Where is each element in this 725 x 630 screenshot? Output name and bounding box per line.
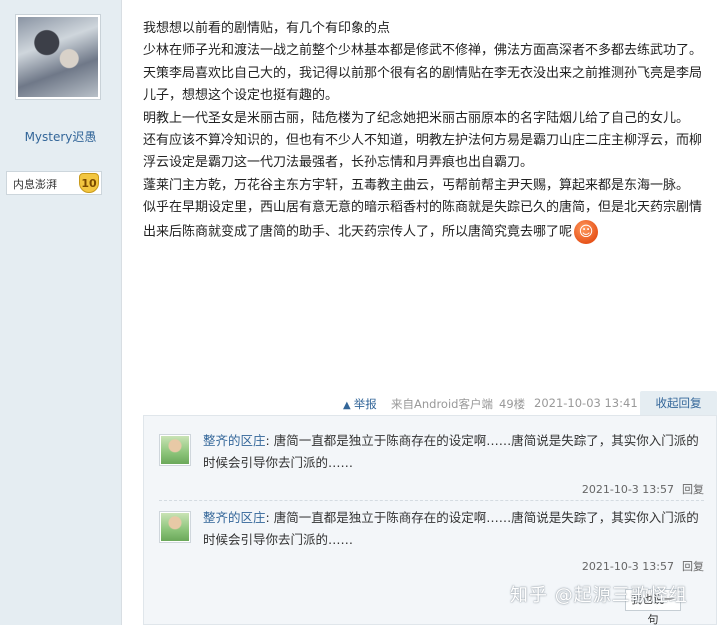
reply-button[interactable]: 回复 bbox=[682, 560, 704, 573]
reply-avatar-image bbox=[161, 436, 189, 464]
reply-avatar-image bbox=[161, 513, 189, 541]
reply-body: : 唐简一直都是独立于陈商存在的设定啊……唐简说是失踪了，其实你入门派的时候会引… bbox=[203, 433, 699, 470]
reply-author-link[interactable]: 整齐的区庄 bbox=[203, 433, 266, 448]
reply-author-link[interactable]: 整齐的区庄 bbox=[203, 510, 266, 525]
collapse-reply-button[interactable]: 收起回复 bbox=[640, 391, 717, 415]
post-paragraph: 蓬莱门主方乾，万花谷主东方宇轩，五毒教主曲云，丐帮前帮主尹天赐，算起来都是东海一… bbox=[143, 177, 690, 193]
reply-footer: 2021-10-3 13:57 回复 bbox=[582, 481, 704, 497]
post-paragraph: 明教上一代圣女是米丽古丽，陆危楼为了纪念她把米丽古丽原本的名字陆烟儿给了自己的女… bbox=[143, 110, 690, 126]
reply-text: 整齐的区庄: 唐简一直都是独立于陈商存在的设定啊……唐简说是失踪了，其实你入门派… bbox=[203, 507, 703, 551]
level-title: 内息澎湃 bbox=[13, 178, 57, 191]
reply-avatar[interactable] bbox=[159, 434, 191, 466]
user-sidebar: Mystery迟愚 内息澎湃 10 bbox=[0, 0, 122, 625]
post-paragraph: 我想想以前看的剧情贴，有几个有印象的点 bbox=[143, 21, 391, 36]
reply-button[interactable]: 回复 bbox=[682, 483, 704, 496]
reply-footer: 2021-10-3 13:57 回复 bbox=[582, 558, 704, 574]
post-paragraph-last: 似乎在早期设定里，西山居有意无意的暗示稻香村的陈商就是失踪已久的唐简，但是北天药… bbox=[143, 197, 711, 244]
post-datetime: 2021-10-03 13:41 bbox=[534, 396, 638, 410]
post-meta-bar: ▲ 举报 来自Android客户端 49楼 2021-10-03 13:41 收起… bbox=[143, 391, 717, 415]
post-paragraph: 天策李局喜欢比自己大的，我记得以前那个很有名的剧情贴在李无衣没出来之前推测孙飞亮… bbox=[143, 65, 703, 104]
user-avatar[interactable] bbox=[15, 14, 101, 100]
level-shield-icon: 10 bbox=[79, 173, 99, 193]
reply-time: 2021-10-3 13:57 bbox=[581, 560, 674, 573]
username-link[interactable]: Mystery迟愚 bbox=[0, 128, 121, 145]
reply-text: 整齐的区庄: 唐简一直都是独立于陈商存在的设定啊……唐简说是失踪了，其实你入门派… bbox=[203, 430, 703, 474]
report-link[interactable]: ▲ 举报 bbox=[343, 396, 377, 412]
floor-number: 49楼 bbox=[499, 397, 526, 411]
report-icon: ▲ bbox=[343, 400, 351, 411]
post-paragraph-text: 似乎在早期设定里，西山居有意无意的暗示稻香村的陈商就是失踪已久的唐简，但是北天药… bbox=[143, 200, 703, 240]
report-label: 举报 bbox=[353, 397, 377, 411]
smiley-face-icon: ☺ bbox=[574, 219, 599, 244]
client-source: 来自Android客户端 bbox=[391, 397, 493, 411]
post-paragraph: 少林在师子光和渡法一战之前整个少林基本都是修武不修禅，佛法方面高深者不多都去练武… bbox=[143, 43, 703, 59]
reply-time: 2021-10-3 13:57 bbox=[581, 483, 674, 496]
avatar-image bbox=[18, 17, 98, 97]
post-content: 我想想以前看的剧情贴，有几个有印象的点 少林在师子光和渡法一战之前整个少林基本都… bbox=[143, 18, 711, 244]
reply-divider bbox=[159, 500, 704, 501]
zhihu-watermark: 知乎 @起源三歌怪组 bbox=[510, 585, 688, 606]
reply-avatar[interactable] bbox=[159, 511, 191, 543]
post-paragraph: 还有应该不算冷知识的，但也有不少人不知道，明教左护法何方易是霸刀山庄二庄主柳浮云… bbox=[143, 133, 703, 171]
user-level-badge[interactable]: 内息澎湃 10 bbox=[6, 171, 102, 195]
reply-body: : 唐简一直都是独立于陈商存在的设定啊……唐简说是失踪了，其实你入门派的时候会引… bbox=[203, 510, 699, 547]
